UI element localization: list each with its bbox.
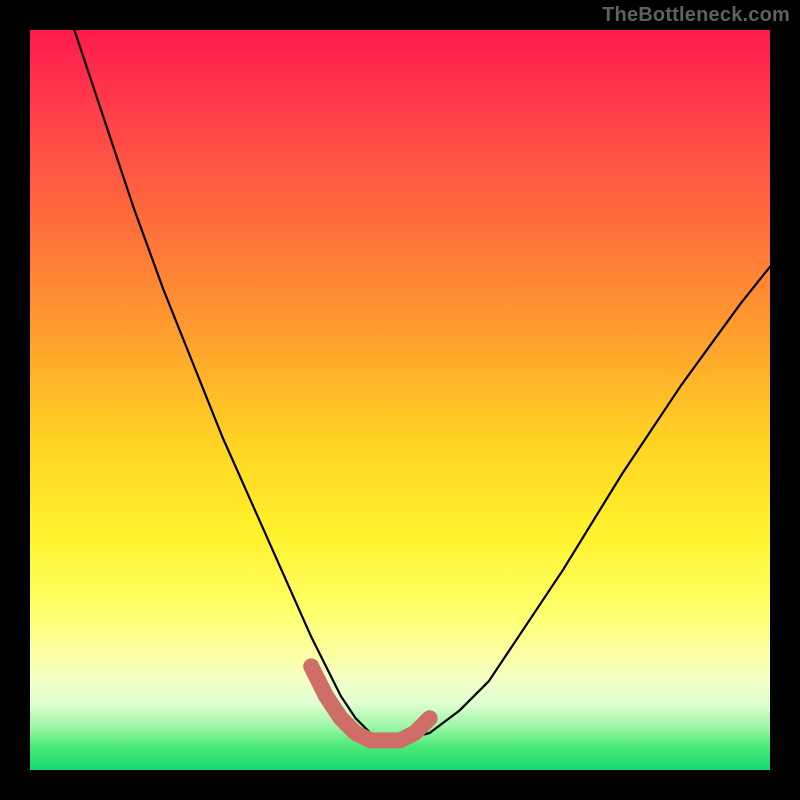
chart-stage: TheBottleneck.com xyxy=(0,0,800,800)
bottleneck-curve xyxy=(74,30,770,740)
optimal-range-highlight xyxy=(311,666,429,740)
plot-area xyxy=(30,30,770,770)
watermark-text: TheBottleneck.com xyxy=(602,4,790,27)
curve-layer xyxy=(30,30,770,770)
